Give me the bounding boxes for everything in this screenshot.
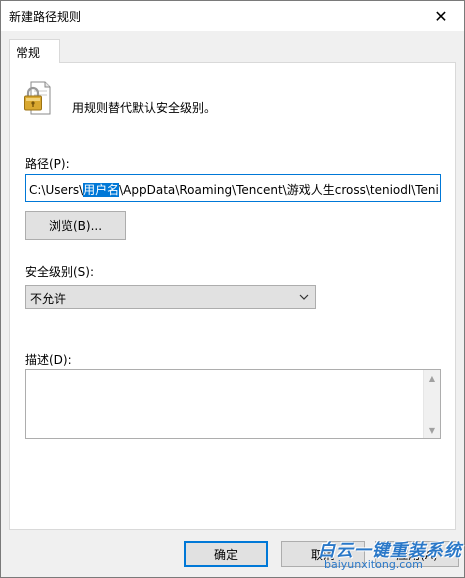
- description-textarea[interactable]: ▲ ▼: [25, 369, 441, 439]
- scroll-down-icon[interactable]: ▼: [424, 422, 440, 438]
- path-input[interactable]: C:\Users\用户名\AppData\Roaming\Tencent\游戏人…: [25, 174, 441, 202]
- scroll-up-icon[interactable]: ▲: [424, 370, 440, 386]
- path-suffix: \AppData\Roaming\Tencent\游戏人生cross\tenio…: [119, 183, 439, 197]
- description-scrollbar[interactable]: ▲ ▼: [423, 370, 440, 438]
- close-icon: ✕: [434, 6, 448, 26]
- window-title: 新建路径规则: [9, 10, 82, 24]
- path-label: 路径(P):: [25, 157, 70, 171]
- security-level-value: 不允许: [30, 292, 67, 306]
- title-bar: 新建路径规则 ✕: [1, 1, 464, 31]
- apply-button[interactable]: 应用(A): [375, 541, 459, 567]
- ok-button[interactable]: 确定: [184, 541, 268, 567]
- description-label: 描述(D):: [25, 353, 72, 367]
- security-level-select[interactable]: 不允许: [25, 285, 316, 309]
- tab-general[interactable]: 常规: [9, 39, 60, 63]
- security-level-label: 安全级别(S):: [25, 265, 95, 279]
- path-selected-text: 用户名: [83, 183, 120, 197]
- general-tab-panel: 用规则替代默认安全级别。 路径(P): C:\Users\用户名\AppData…: [9, 62, 456, 530]
- close-button[interactable]: ✕: [418, 1, 464, 31]
- path-prefix: C:\Users\: [29, 183, 84, 197]
- browse-button[interactable]: 浏览(B)...: [25, 211, 126, 240]
- padlock-document-icon: [24, 81, 51, 115]
- rule-description-text: 用规则替代默认安全级别。: [72, 101, 217, 115]
- path-rule-dialog: 新建路径规则 ✕ 常规 用规则替代默认安全级别。 路径(P): C:\Users…: [0, 0, 465, 578]
- cancel-button[interactable]: 取消: [281, 541, 365, 567]
- chevron-down-icon: [299, 294, 309, 300]
